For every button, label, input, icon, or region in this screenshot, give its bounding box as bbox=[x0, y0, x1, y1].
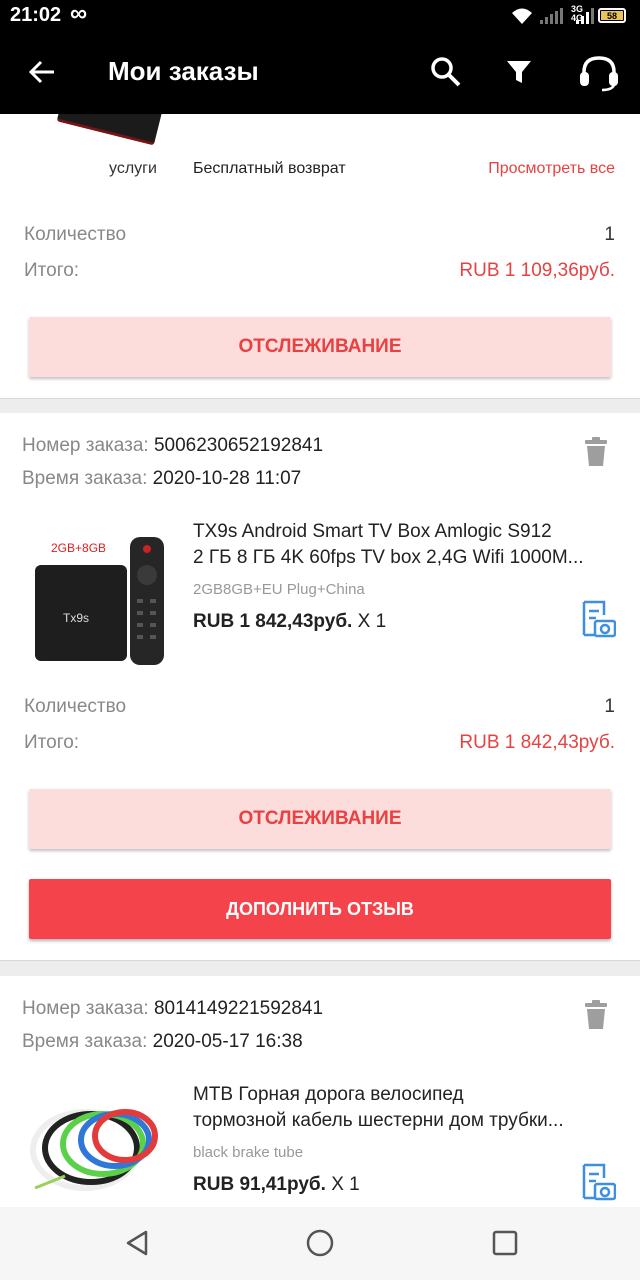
back-nav-icon[interactable] bbox=[124, 1229, 150, 1257]
tracking-button[interactable]: ОТСЛЕЖИВАНИЕ bbox=[29, 317, 611, 377]
order-time: Время заказа: 2020-05-17 16:38 bbox=[22, 1031, 303, 1053]
price-value: RUB 91,41руб. bbox=[193, 1174, 326, 1195]
photo-review-icon[interactable] bbox=[580, 1162, 616, 1202]
trash-icon[interactable] bbox=[584, 437, 608, 467]
battery-icon: 58 bbox=[598, 8, 626, 23]
total-label: Итого: bbox=[24, 260, 80, 281]
total-value: RUB 1 842,43руб. bbox=[459, 732, 615, 753]
services-label: услуги bbox=[109, 160, 157, 177]
back-arrow-icon[interactable] bbox=[28, 58, 56, 86]
page-title: Мои заказы bbox=[108, 56, 259, 86]
order-number: Номер заказа: 5006230652192841 bbox=[22, 435, 323, 457]
order-time: Время заказа: 2020-10-28 11:07 bbox=[22, 468, 301, 490]
quantity-label: Количество bbox=[24, 224, 127, 245]
add-review-button[interactable]: ДОПОЛНИТЬ ОТЗЫВ bbox=[29, 879, 611, 939]
quantity-label: Количество bbox=[24, 696, 127, 717]
wifi-icon bbox=[512, 8, 532, 24]
image-brand: Tx9s bbox=[63, 611, 89, 625]
product-title[interactable]: TX9s Android Smart TV Box Amlogic S912 2… bbox=[193, 519, 618, 571]
product-image[interactable] bbox=[25, 1088, 170, 1207]
view-all-link[interactable]: Просмотреть все bbox=[488, 160, 615, 178]
price-value: RUB 1 842,43руб. bbox=[193, 611, 353, 632]
total-label: Итого: bbox=[24, 732, 80, 753]
product-title-line: MTB Горная дорога велосипед bbox=[193, 1084, 464, 1105]
order-card: Номер заказа: 8014149221592841 Время зак… bbox=[0, 976, 640, 1207]
product-title-line: 2 ГБ 8 ГБ 4K 60fps TV box 2,4G Wifi 1000… bbox=[193, 547, 584, 568]
order-time-label: Время заказа: bbox=[22, 468, 148, 489]
quantity-value: 1 bbox=[604, 224, 615, 245]
product-image[interactable] bbox=[56, 114, 164, 146]
order-number-value: 5006230652192841 bbox=[153, 435, 324, 456]
system-nav-bar bbox=[0, 1207, 640, 1280]
quantity-value: 1 bbox=[604, 696, 615, 717]
product-title-line: TX9s Android Smart TV Box Amlogic S912 bbox=[193, 521, 552, 542]
battery-level: 58 bbox=[601, 11, 623, 21]
headset-icon[interactable] bbox=[578, 54, 620, 92]
product-image[interactable]: 2GB+8GB Tx9s bbox=[25, 527, 170, 667]
order-card: Номер заказа: 5006230652192841 Время зак… bbox=[0, 413, 640, 961]
order-number-value: 8014149221592841 bbox=[153, 998, 324, 1019]
photo-review-icon[interactable] bbox=[580, 599, 616, 639]
price-multiplier: X 1 bbox=[352, 611, 387, 632]
free-return-label: Бесплатный возврат bbox=[193, 160, 346, 177]
filter-icon[interactable] bbox=[505, 58, 533, 86]
order-time-value: 2020-05-17 16:38 bbox=[152, 1031, 303, 1052]
status-bar: 21:02 ∞ 3G 4G 58 bbox=[0, 0, 640, 32]
order-card: услуги Бесплатный возврат Просмотреть вс… bbox=[0, 114, 640, 399]
price-multiplier: X 1 bbox=[325, 1174, 360, 1195]
signal-icon bbox=[540, 8, 563, 24]
product-price: RUB 1 842,43руб. X 1 bbox=[193, 611, 386, 633]
product-variant: black brake tube bbox=[193, 1144, 304, 1161]
order-time-label: Время заказа: bbox=[22, 1031, 148, 1052]
order-number-label: Номер заказа: bbox=[22, 435, 149, 456]
product-price: RUB 91,41руб. X 1 bbox=[193, 1174, 360, 1196]
product-variant: 2GB8GB+EU Plug+China bbox=[193, 581, 365, 598]
recents-nav-icon[interactable] bbox=[492, 1229, 518, 1257]
app-bar: Мои заказы bbox=[0, 32, 640, 114]
order-number: Номер заказа: 8014149221592841 bbox=[22, 998, 323, 1020]
image-badge: 2GB+8GB bbox=[51, 541, 106, 555]
home-nav-icon[interactable] bbox=[306, 1229, 334, 1257]
signal-icon bbox=[576, 8, 594, 24]
order-time-value: 2020-10-28 11:07 bbox=[152, 468, 302, 489]
trash-icon[interactable] bbox=[584, 1000, 608, 1030]
status-time: 21:02 bbox=[10, 4, 62, 26]
tracking-button[interactable]: ОТСЛЕЖИВАНИЕ bbox=[29, 789, 611, 849]
infinity-icon: ∞ bbox=[70, 0, 88, 27]
search-icon[interactable] bbox=[430, 56, 462, 88]
product-title-line: тормозной кабель шестерни дом трубки... bbox=[193, 1110, 564, 1131]
order-number-label: Номер заказа: bbox=[22, 998, 149, 1019]
orders-list[interactable]: услуги Бесплатный возврат Просмотреть вс… bbox=[0, 114, 640, 1207]
total-value: RUB 1 109,36руб. bbox=[459, 260, 615, 281]
product-title[interactable]: MTB Горная дорога велосипед тормозной ка… bbox=[193, 1082, 618, 1134]
